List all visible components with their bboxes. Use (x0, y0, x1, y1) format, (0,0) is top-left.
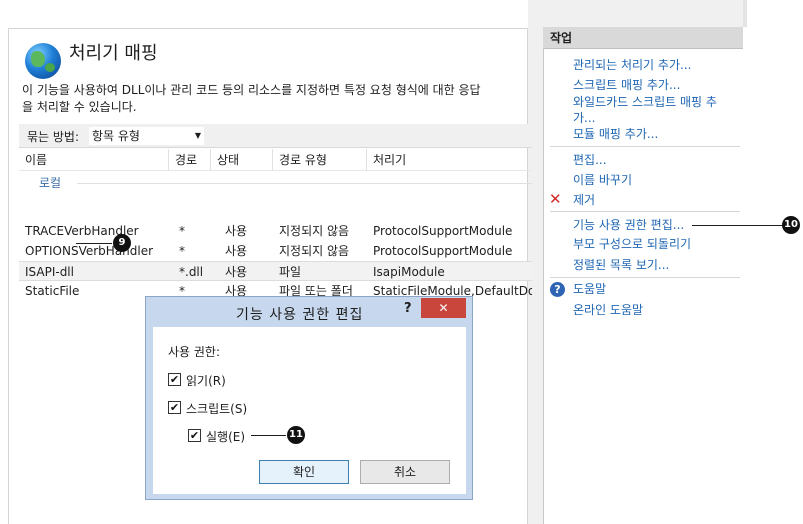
dialog-title: 기능 사용 권한 편집 (236, 307, 364, 323)
script-checkbox[interactable]: ✔ (168, 401, 181, 414)
action-view-ordered-list[interactable]: 정렬된 목록 보기... (573, 257, 669, 273)
cancel-button[interactable]: 취소 (360, 460, 450, 484)
groupby-bar: 묶는 방법: 항목 유형 ▼ (19, 124, 532, 148)
table-row[interactable]: ISAPI-dll *.dll 사용 파일 IsapiModule (19, 261, 532, 281)
action-add-managed-handler[interactable]: 관리되는 처리기 추가... (573, 57, 691, 73)
action-add-wildcard-map[interactable]: 와일드카드 스크립트 매핑 추 가... (573, 94, 717, 126)
action-rename[interactable]: 이름 바꾸기 (573, 172, 632, 188)
execute-label[interactable]: 실행(E) (206, 428, 245, 445)
help-button[interactable]: ? (404, 301, 412, 316)
action-add-script-map[interactable]: 스크립트 매핑 추가... (573, 77, 680, 93)
groupby-select[interactable]: 항목 유형 ▼ (89, 127, 204, 145)
check-icon: ✔ (189, 429, 200, 442)
action-edit[interactable]: 편집... (573, 152, 607, 168)
page-title: 처리기 매핑 (69, 43, 158, 64)
help-icon: ? (550, 282, 565, 297)
scrollbar[interactable] (743, 0, 747, 27)
callout-line-10 (692, 225, 782, 226)
action-online-help[interactable]: 온라인 도움말 (573, 302, 643, 318)
page-description: 이 기능을 사용하여 DLL이나 관리 코드 등의 리소스를 지정하면 특정 요… (22, 83, 481, 114)
callout-10: 10 (782, 216, 800, 234)
top-strip (8, 0, 528, 28)
column-header-handler[interactable]: 처리기 (367, 149, 532, 171)
actions-header: 작업 (543, 27, 743, 49)
dialog-body: 사용 권한: ✔ 읽기(R) ✔ 스크립트(S) ✔ 실행(E) 확인 취소 (153, 327, 466, 494)
table-row[interactable]: TRACEVerbHandler * 사용 지정되지 않음 ProtocolSu… (19, 221, 532, 241)
permissions-label: 사용 권한: (168, 345, 221, 359)
groupby-label: 묶는 방법: (27, 130, 80, 144)
read-label[interactable]: 읽기(R) (186, 372, 226, 389)
close-icon: ✕ (438, 301, 449, 315)
callout-line-11 (251, 435, 286, 436)
table-row[interactable]: OPTIONSVerbHandler * 사용 지정되지 않음 Protocol… (19, 241, 532, 261)
column-header-path[interactable]: 경로 (169, 149, 211, 171)
action-edit-feature-permissions[interactable]: 기능 사용 권한 편집... (573, 217, 684, 233)
globe-icon (25, 43, 61, 79)
group-divider (77, 183, 532, 184)
script-label[interactable]: 스크립트(S) (186, 400, 247, 417)
action-add-module-map[interactable]: 모듈 매핑 추가... (573, 126, 658, 142)
callout-9: 9 (113, 234, 131, 252)
right-gutter (743, 0, 803, 524)
check-icon: ✔ (169, 373, 180, 386)
column-header-path-type[interactable]: 경로 유형 (273, 149, 367, 171)
close-button[interactable]: ✕ (421, 298, 466, 318)
check-icon: ✔ (169, 401, 180, 414)
actions-divider (550, 211, 740, 212)
column-header-name[interactable]: 이름 (19, 149, 169, 171)
action-revert-to-parent[interactable]: 부모 구성으로 되돌리기 (573, 236, 691, 252)
execute-checkbox[interactable]: ✔ (188, 429, 201, 442)
ok-button[interactable]: 확인 (259, 460, 349, 484)
group-header: 로컬 (39, 176, 62, 190)
column-header-state[interactable]: 상태 (211, 149, 273, 171)
table-header: 이름 경로 상태 경로 유형 처리기 (19, 149, 532, 171)
action-remove[interactable]: 제거 (573, 192, 595, 208)
callout-line-9 (76, 243, 112, 244)
chevron-down-icon: ▼ (194, 131, 201, 140)
action-help[interactable]: 도움말 (573, 281, 606, 297)
actions-divider (550, 277, 740, 278)
remove-x-icon: ✕ (549, 190, 562, 208)
actions-divider (550, 146, 740, 147)
callout-11: 11 (287, 426, 305, 444)
read-checkbox[interactable]: ✔ (168, 373, 181, 386)
edit-feature-permissions-dialog: 기능 사용 권한 편집 ? ✕ 사용 권한: ✔ 읽기(R) ✔ 스크립트(S)… (145, 296, 473, 500)
